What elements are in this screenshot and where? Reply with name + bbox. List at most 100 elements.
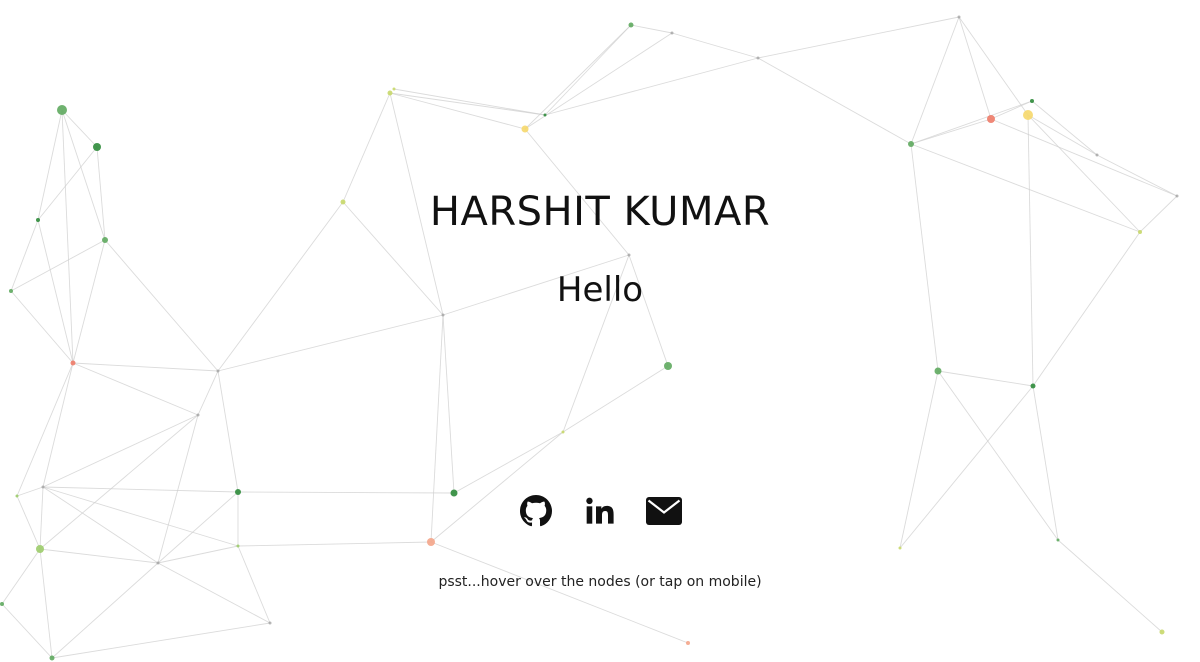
network-edge <box>524 24 632 130</box>
network-node[interactable] <box>70 360 76 366</box>
network-node[interactable] <box>561 430 565 434</box>
network-node[interactable] <box>9 289 13 293</box>
network-edge <box>217 314 444 372</box>
network-edge <box>37 109 63 221</box>
github-link[interactable] <box>517 492 555 530</box>
network-node[interactable] <box>627 253 631 257</box>
network-node[interactable] <box>686 641 690 645</box>
network-node[interactable] <box>1095 153 1099 157</box>
network-edge <box>937 370 1034 387</box>
network-node[interactable] <box>156 561 160 565</box>
network-node[interactable] <box>957 15 961 19</box>
network-node[interactable] <box>1023 110 1033 120</box>
network-edge <box>39 548 53 659</box>
network-edge <box>61 109 106 241</box>
network-node[interactable] <box>1138 230 1142 234</box>
network-node[interactable] <box>1030 99 1034 103</box>
network-edge <box>910 118 992 145</box>
network-node[interactable] <box>387 90 393 96</box>
network-edge <box>1 548 41 605</box>
network-node[interactable] <box>1175 194 1179 198</box>
network-node[interactable] <box>987 115 995 123</box>
network-node[interactable] <box>102 237 108 243</box>
network-edge <box>562 365 669 433</box>
network-edge <box>42 362 74 488</box>
network-edge <box>10 290 74 364</box>
network-node[interactable] <box>908 141 914 147</box>
network-edge <box>524 128 630 256</box>
network-node[interactable] <box>1056 538 1060 542</box>
network-edge <box>524 32 673 130</box>
network-node[interactable] <box>36 545 44 553</box>
network-node[interactable] <box>543 113 547 117</box>
network-edge <box>910 16 960 145</box>
email-link[interactable] <box>645 492 683 530</box>
network-edge <box>389 92 546 116</box>
network-edge <box>197 370 219 416</box>
network-edge <box>157 545 239 564</box>
network-edge <box>342 92 391 203</box>
network-edge <box>104 239 219 372</box>
network-node[interactable] <box>49 655 55 661</box>
network-edge <box>157 414 199 564</box>
network-edge <box>671 32 759 59</box>
network-node[interactable] <box>664 362 672 370</box>
network-edge <box>389 92 444 316</box>
network-edge <box>342 201 444 316</box>
network-node[interactable] <box>427 538 435 546</box>
network-edge <box>37 146 98 221</box>
network-node[interactable] <box>0 602 4 606</box>
network-edge <box>990 118 1178 197</box>
network-node[interactable] <box>57 105 67 115</box>
network-edge <box>1032 231 1141 387</box>
network-node[interactable] <box>41 485 45 489</box>
network-edge <box>217 201 344 372</box>
network-edge <box>10 219 39 292</box>
network-node[interactable] <box>392 87 396 91</box>
network-edge <box>544 57 759 116</box>
network-edge <box>442 314 455 494</box>
network-edge <box>1031 100 1098 156</box>
network-edge <box>910 143 939 372</box>
network-node[interactable] <box>756 56 760 60</box>
network-edge <box>1139 195 1178 233</box>
network-edge <box>910 143 1141 233</box>
network-edge <box>72 362 219 372</box>
network-node[interactable] <box>898 546 902 550</box>
network-edge <box>61 109 98 148</box>
network-node[interactable] <box>441 313 445 317</box>
network-edge <box>16 362 74 497</box>
network-edge <box>958 16 992 120</box>
network-edge <box>430 541 689 644</box>
network-edge <box>217 370 239 493</box>
network-edge <box>389 92 526 130</box>
network-node[interactable] <box>1159 629 1165 635</box>
network-node[interactable] <box>1030 383 1036 389</box>
github-icon <box>520 495 552 527</box>
network-edge <box>1 603 53 659</box>
network-edge <box>630 24 673 34</box>
network-node[interactable] <box>628 22 634 28</box>
network-edge <box>442 254 630 316</box>
mail-icon <box>646 497 682 525</box>
linkedin-link[interactable] <box>581 492 619 530</box>
network-node[interactable] <box>196 413 200 417</box>
network-edge <box>628 254 669 367</box>
network-node[interactable] <box>93 143 101 151</box>
network-edge <box>96 146 106 241</box>
network-edge <box>910 100 1033 145</box>
network-node[interactable] <box>36 218 40 222</box>
network-node[interactable] <box>934 367 942 375</box>
network-edge <box>72 239 106 364</box>
network-node[interactable] <box>236 544 240 548</box>
network-edge <box>42 414 199 488</box>
network-node[interactable] <box>216 369 220 373</box>
linkedin-icon <box>586 497 614 524</box>
network-node[interactable] <box>521 125 529 133</box>
node-network-background[interactable] <box>0 0 1200 662</box>
network-node[interactable] <box>340 199 346 205</box>
network-edge <box>1027 114 1034 387</box>
network-edge <box>562 254 630 433</box>
network-node[interactable] <box>268 621 272 625</box>
network-node[interactable] <box>670 31 674 35</box>
